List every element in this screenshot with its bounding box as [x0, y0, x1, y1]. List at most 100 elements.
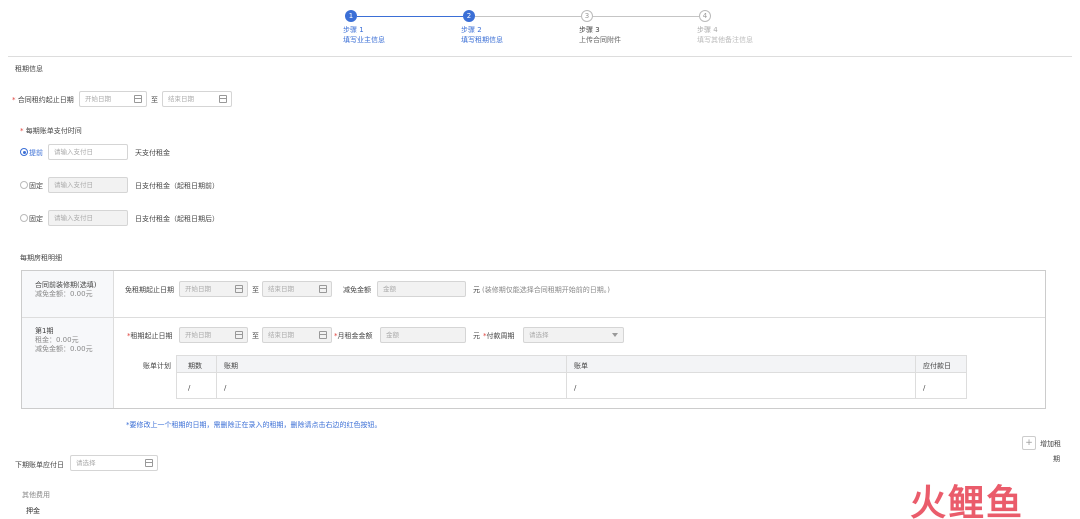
renovation-hint: (装修期仅能选择合同租期开始前的日期。): [482, 286, 610, 294]
step-3-title: 步骤 3: [579, 26, 600, 34]
left-col-divider-fg: [113, 271, 114, 408]
period-1-reduce: 减免金额：0.00元: [35, 345, 93, 353]
bill-plan-label: 账单计划: [143, 362, 171, 370]
monthly-rent-label: *月租金金额: [334, 331, 373, 341]
pay-cycle-select[interactable]: 请选择: [523, 327, 624, 343]
fixed-after-placeholder: 请输入支付日: [54, 214, 93, 222]
radio-fixed-after[interactable]: [20, 214, 28, 222]
col-divider: [216, 356, 217, 398]
other-fees-title: 其他费用: [22, 491, 50, 499]
calendar-icon: [235, 285, 243, 293]
section-title-detail: 每期房租明细: [20, 254, 62, 262]
contract-end-placeholder: 结束日期: [168, 95, 194, 103]
deposit-label: 押金: [26, 507, 40, 515]
radio-fixed-before-label[interactable]: 固定: [29, 181, 43, 191]
renovation-reduce: 减免金额：0.00元: [35, 290, 93, 298]
step-4-subtitle: 填写其他备注信息: [697, 36, 753, 44]
step-2-title: 步骤 2: [461, 26, 482, 34]
contract-end-date-input[interactable]: 结束日期: [162, 91, 232, 107]
step-connector-3: [593, 16, 699, 17]
col-header-bill-period: 账期: [224, 362, 238, 370]
bill-plan-header: [177, 356, 966, 373]
reduce-amount-input[interactable]: 金额: [377, 281, 466, 297]
edit-notice: *要修改上一个租期的日期，需删除正在录入的租期，删除请点击右边的红色按钮。: [126, 421, 382, 429]
contract-start-date-input[interactable]: 开始日期: [79, 91, 147, 107]
calendar-icon: [145, 459, 153, 467]
lease-period-label: *租期起止日期: [127, 331, 173, 341]
free-end-date-input[interactable]: 结束日期: [262, 281, 332, 297]
col-header-bill: 账单: [574, 362, 588, 370]
fixed-after-suffix: 日支付租金（起租日期后）: [135, 215, 219, 223]
chevron-down-icon: [612, 333, 618, 337]
step-connector-1: [357, 16, 463, 17]
radio-advance-label[interactable]: 提前: [29, 148, 43, 158]
reduce-amount-label: 减免金额: [343, 286, 371, 294]
required-mark: *: [12, 96, 16, 104]
cell-due-date: /: [923, 384, 926, 392]
fixed-before-placeholder: 请输入支付日: [54, 181, 93, 189]
calendar-icon: [235, 331, 243, 339]
step-1-subtitle: 填写业主信息: [343, 36, 385, 44]
calendar-icon: [219, 95, 227, 103]
free-period-label: 免租期起止日期: [125, 286, 174, 294]
monthly-rent-input[interactable]: 金额: [380, 327, 466, 343]
free-to-label: 至: [252, 286, 259, 294]
pay-cycle-label: *付款周期: [483, 331, 515, 341]
calendar-icon: [319, 285, 327, 293]
step-3-circle[interactable]: 3: [581, 10, 593, 22]
contract-start-placeholder: 开始日期: [85, 95, 111, 103]
next-due-placeholder: 请选择: [76, 459, 96, 467]
step-connector-2: [475, 16, 581, 17]
radio-fixed-after-label[interactable]: 固定: [29, 214, 43, 224]
calendar-icon: [134, 95, 142, 103]
lease-end-date-input[interactable]: 结束日期: [262, 327, 332, 343]
col-header-period-no: 期数: [188, 362, 202, 370]
bill-plan-table: 期数 账期 账单 应付款日 / / / /: [176, 355, 967, 399]
pay-cycle-placeholder: 请选择: [529, 331, 549, 339]
pay-cycle-text: 付款周期: [486, 332, 515, 340]
advance-suffix: 天支付租金: [135, 149, 170, 157]
monthly-rent-text: 月租金金额: [337, 332, 373, 340]
fixed-before-suffix: 日支付租金（起租日期前）: [135, 182, 219, 190]
col-divider: [566, 356, 567, 398]
add-period-label-2[interactable]: 期: [1053, 454, 1060, 464]
payment-time-label: * 每期账单支付时间: [20, 126, 82, 136]
cell-period-no: /: [188, 384, 191, 392]
section-title-lease: 租期信息: [15, 65, 43, 73]
header-divider: [8, 56, 1072, 57]
fixed-before-day-input[interactable]: 请输入支付日: [48, 177, 128, 193]
step-1-circle[interactable]: 1: [345, 10, 357, 22]
cell-bill-period: /: [224, 384, 227, 392]
to-label: 至: [151, 96, 158, 104]
calendar-icon: [319, 331, 327, 339]
step-2-circle[interactable]: 2: [463, 10, 475, 22]
next-due-date-input[interactable]: 请选择: [70, 455, 158, 471]
step-3-subtitle: 上传合同附件: [579, 36, 621, 44]
next-due-label: 下期账单应付日: [15, 461, 64, 469]
radio-advance[interactable]: [20, 148, 28, 156]
fixed-after-day-input[interactable]: 请输入支付日: [48, 210, 128, 226]
monthly-rent-placeholder: 金额: [386, 331, 399, 339]
lease-period-text: 租期起止日期: [130, 332, 173, 340]
reduce-unit: 元: [473, 286, 480, 294]
free-start-date-input[interactable]: 开始日期: [179, 281, 248, 297]
step-4-circle[interactable]: 4: [699, 10, 711, 22]
rent-detail-table: 合同前装修期(选填) 减免金额：0.00元 免租期起止日期 开始日期 至 结束日…: [21, 270, 1046, 409]
advance-days-input[interactable]: 请输入支付日: [48, 144, 128, 160]
contract-period-label: * 合同租约起止日期: [12, 95, 74, 105]
step-1-title: 步骤 1: [343, 26, 364, 34]
advance-days-placeholder: 请输入支付日: [54, 148, 93, 156]
payment-time-text: 每期账单支付时间: [25, 127, 82, 135]
lease-start-date-input[interactable]: 开始日期: [179, 327, 248, 343]
watermark-logo: 火鲤鱼: [910, 483, 1025, 519]
step-4-title: 步骤 4: [697, 26, 718, 34]
free-end-placeholder: 结束日期: [268, 285, 294, 293]
add-period-label-1[interactable]: 增加租: [1040, 439, 1061, 449]
row-divider-fg: [22, 317, 1045, 318]
add-period-button[interactable]: +: [1022, 436, 1036, 450]
col-header-due-date: 应付款日: [923, 362, 951, 370]
cell-bill: /: [574, 384, 577, 392]
radio-fixed-before[interactable]: [20, 181, 28, 189]
step-2-subtitle: 填写租期信息: [461, 36, 503, 44]
reduce-amount-placeholder: 金额: [383, 285, 396, 293]
